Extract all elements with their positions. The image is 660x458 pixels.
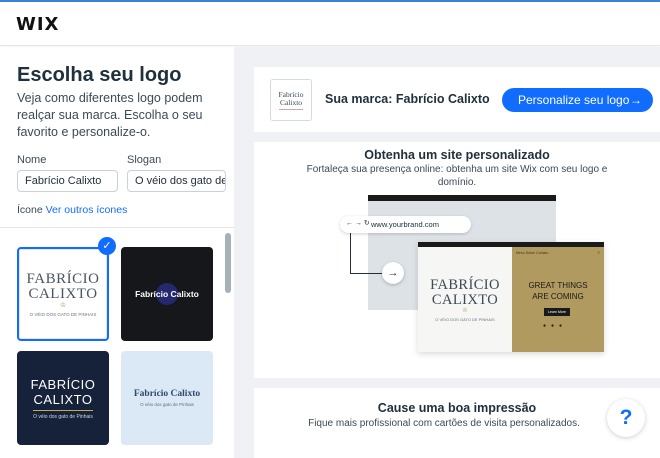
learn-more-button: Learn More xyxy=(544,308,570,316)
slogan-field[interactable]: O véio dos gato de xyxy=(127,170,226,192)
business-card-title: Cause uma boa impressão xyxy=(377,401,537,415)
website-promo-subtitle-1: Fortaleça sua presença online: obtenha u… xyxy=(306,164,608,175)
logo-1-tagline: O VÉIO DOS GATO DE PINHAIS xyxy=(29,311,97,317)
website-promo-title: Obtenha um site personalizado xyxy=(364,148,550,162)
logo-3-rule xyxy=(33,409,93,411)
logo-3-line1: FABRÍCIO xyxy=(30,376,96,392)
icon-row: Ícone Ver outros ícones xyxy=(17,204,127,216)
logo-2-name: Fabrício Calixto xyxy=(135,289,199,299)
top-header: WIX xyxy=(0,2,660,46)
logo-3-line2: CALIXTO xyxy=(33,391,93,407)
crown-icon: ♔ xyxy=(59,301,67,309)
other-icons-link[interactable]: Ver outros ícones xyxy=(46,204,128,216)
website-mockup: FABRÍCIO CALIXTO ♔ O VÉIO DOS GATO DE PI… xyxy=(418,242,604,352)
website-mockup-logo-area: FABRÍCIO CALIXTO ♔ O VÉIO DOS GATO DE PI… xyxy=(418,247,512,352)
mockup-tagline: O VÉIO DOS GATO DE PINHAIS xyxy=(435,316,495,322)
mockup-menu: Menu Sobre Contato xyxy=(516,251,549,255)
logo-1-line1: FABRÍCIO xyxy=(26,270,100,287)
website-promo-card: Obtenha um site personalizado Fortaleça … xyxy=(254,142,660,378)
menu-icon: ≡ xyxy=(597,250,600,255)
icon-label: Ícone xyxy=(17,204,43,216)
great-line1: GREAT THINGS xyxy=(528,281,588,290)
logo-option-2[interactable]: Fabrício Calixto xyxy=(121,247,213,341)
logo-3-tagline: O véio dos gato de Pinhais xyxy=(33,413,93,420)
logo-option-3[interactable]: FABRÍCIO CALIXTO O véio dos gato de Pinh… xyxy=(17,351,109,445)
social-icons: ●●● xyxy=(543,323,568,329)
arrow-right-icon: → xyxy=(630,93,642,107)
business-card-subtitle: Fique mais profissional com cartões de v… xyxy=(308,418,580,429)
logo-4-name: Fabrício Calixto xyxy=(133,389,201,399)
brand-card: Fabrício Calixto Sua marca: Fabrício Cal… xyxy=(254,67,660,132)
page-title: Escolha seu logo xyxy=(17,64,182,86)
brand-name-text: Sua marca: Fabrício Calixto xyxy=(325,92,490,106)
mockup-name-line2: CALIXTO xyxy=(431,291,499,308)
website-mockup-hero: Menu Sobre Contato ≡ GREAT THINGS ARE CO… xyxy=(512,247,604,352)
browser-bar xyxy=(368,195,556,201)
brand-logo-thumbnail: Fabrício Calixto xyxy=(270,79,312,121)
logo-4-tagline: O véio dos gato de Pinhais xyxy=(140,402,194,407)
right-panel: Fabrício Calixto Sua marca: Fabrício Cal… xyxy=(234,47,660,458)
name-field[interactable]: Fabrício Calixto xyxy=(17,170,118,192)
logo-1-line2: CALIXTO xyxy=(28,285,98,302)
url-text: www.yourbrand.com xyxy=(371,220,439,229)
divider xyxy=(0,227,234,228)
logo-option-4[interactable]: Fabrício Calixto O véio dos gato de Pinh… xyxy=(121,351,213,445)
help-button[interactable]: ? xyxy=(607,399,645,437)
wix-logo[interactable]: WIX xyxy=(16,14,59,35)
arrow-right-circle-icon: → xyxy=(382,262,404,284)
personalize-logo-label: Personalize seu logo xyxy=(518,93,630,107)
logo-option-1[interactable]: FABRÍCIO CALIXTO ♔ O VÉIO DOS GATO DE PI… xyxy=(17,247,109,341)
crown-icon: ♔ xyxy=(462,307,468,314)
name-label: Nome xyxy=(17,154,47,166)
page-description: Veja como diferentes logo podem realçar … xyxy=(17,91,203,139)
left-panel: Escolha seu logo Veja como diferentes lo… xyxy=(0,47,234,458)
great-things-heading: GREAT THINGS ARE COMING xyxy=(512,280,604,302)
checkmark-icon: ✓ xyxy=(98,237,116,255)
thumb-rule xyxy=(279,108,303,110)
website-promo-subtitle-2: domínio. xyxy=(437,177,477,188)
personalize-logo-button[interactable]: Personalize seu logo → xyxy=(502,88,653,112)
guide-line-vertical xyxy=(350,233,351,273)
thumb-line2: Calixto xyxy=(279,97,303,107)
great-line2: ARE COMING xyxy=(532,292,584,301)
browser-nav-icons: ← → ↻ xyxy=(346,220,370,227)
scrollbar-thumb[interactable] xyxy=(225,233,231,293)
business-card-promo: Cause uma boa impressão Fique mais profi… xyxy=(254,388,660,458)
mockup-name-line1: FABRÍCIO xyxy=(430,276,500,293)
slogan-label: Slogan xyxy=(127,154,162,166)
